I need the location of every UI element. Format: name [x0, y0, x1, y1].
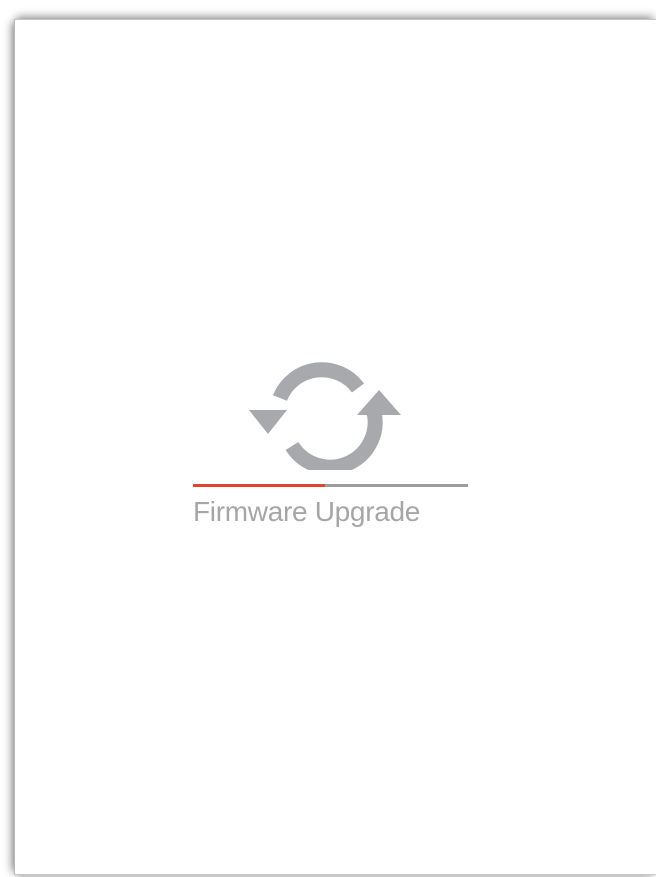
sync-arrows-icon [249, 362, 401, 470]
upgrade-progress-bar [193, 484, 468, 487]
upgrade-progress-fill [193, 484, 325, 487]
status-label: Firmware Upgrade [193, 496, 421, 527]
